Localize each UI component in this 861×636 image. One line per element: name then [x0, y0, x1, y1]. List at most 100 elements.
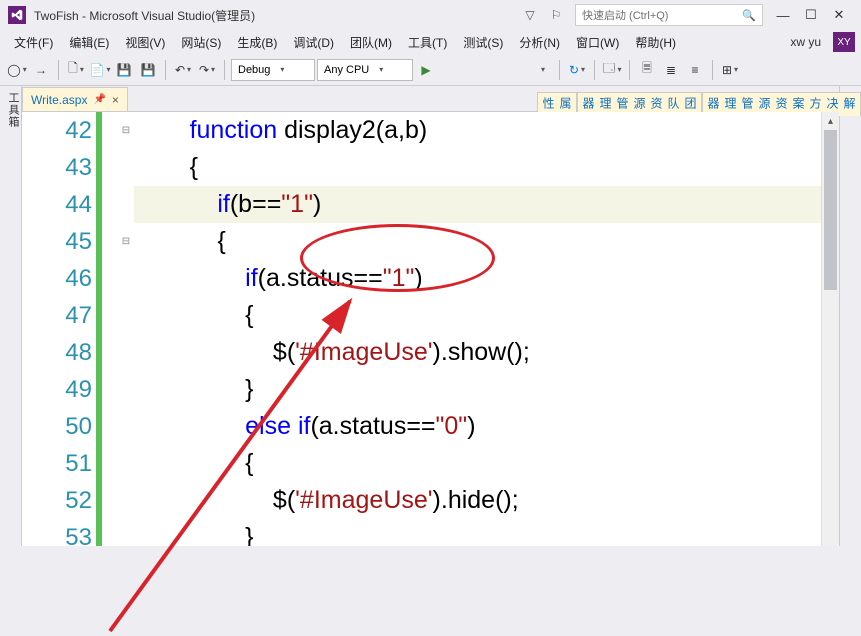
file-tab-label: Write.aspx: [31, 93, 87, 107]
save-all-button[interactable]: 💾: [137, 59, 159, 81]
code-line[interactable]: }: [134, 371, 821, 408]
comment-button[interactable]: ⊞: [719, 59, 741, 81]
platform-combo[interactable]: Any CPU: [317, 59, 413, 81]
code-line[interactable]: if(a.status=="1"): [134, 260, 821, 297]
fold-toggle: [118, 260, 134, 297]
minimize-button[interactable]: —: [769, 4, 797, 26]
nav-back-button[interactable]: ◯: [6, 59, 28, 81]
code-line[interactable]: {: [134, 223, 821, 260]
separator: [594, 60, 595, 80]
separator: [629, 60, 630, 80]
right-tool-tabs: 解决方案资源管理器 团队资源管理器 属性: [839, 86, 861, 546]
vertical-scrollbar[interactable]: ▴: [821, 112, 839, 546]
fold-toggle: [118, 371, 134, 408]
save-button[interactable]: 💾: [113, 59, 135, 81]
menu-file[interactable]: 文件(F): [6, 31, 61, 54]
user-name[interactable]: xw yu: [782, 32, 829, 52]
code-line[interactable]: {: [134, 149, 821, 186]
menu-help[interactable]: 帮助(H): [627, 31, 684, 54]
fold-toggle: [118, 445, 134, 482]
quick-launch-input[interactable]: 快速启动 (Ctrl+Q) 🔍: [575, 4, 763, 26]
change-indicator: [96, 112, 102, 546]
config-combo[interactable]: Debug: [231, 59, 315, 81]
code-line[interactable]: if(b=="1"): [134, 186, 821, 223]
menu-team[interactable]: 团队(M): [342, 31, 400, 54]
line-number: 42: [22, 112, 92, 149]
line-number: 52: [22, 482, 92, 519]
fold-toggle: [118, 519, 134, 546]
menu-test[interactable]: 测试(S): [455, 31, 511, 54]
menu-build[interactable]: 生成(B): [229, 31, 285, 54]
code-editor[interactable]: function display2(a,b) { if(b=="1") { if…: [134, 112, 821, 546]
toolbar: ◯ → 🗋 📄 💾 💾 ↶ ↷ Debug Any CPU ▶ ↻ 🗔 🗏 ≣ …: [0, 54, 861, 86]
line-number: 49: [22, 371, 92, 408]
line-number: 50: [22, 408, 92, 445]
nav-forward-button[interactable]: →: [30, 59, 52, 81]
notification-icon[interactable]: ▽: [521, 6, 539, 24]
separator: [165, 60, 166, 80]
close-tab-icon[interactable]: ×: [112, 93, 119, 107]
user-badge[interactable]: XY: [833, 32, 855, 52]
code-line[interactable]: $('#ImageUse').hide();: [134, 482, 821, 519]
fold-toggle: [118, 408, 134, 445]
maximize-button[interactable]: ☐: [797, 4, 825, 26]
line-number: 47: [22, 297, 92, 334]
outdent-button[interactable]: ≡: [684, 59, 706, 81]
indent-button[interactable]: ≣: [660, 59, 682, 81]
undo-button[interactable]: ↶: [172, 59, 194, 81]
start-label: [439, 60, 529, 80]
code-line[interactable]: else if(a.status=="0"): [134, 408, 821, 445]
fold-toggle: [118, 297, 134, 334]
separator: [559, 60, 560, 80]
menu-debug[interactable]: 调试(D): [285, 31, 342, 54]
menu-view[interactable]: 视图(V): [117, 31, 173, 54]
line-number: 51: [22, 445, 92, 482]
window-title: TwoFish - Microsoft Visual Studio(管理员): [34, 7, 517, 24]
close-button[interactable]: ✕: [825, 4, 853, 26]
add-item-button[interactable]: 📄: [89, 59, 111, 81]
menu-window[interactable]: 窗口(W): [568, 31, 627, 54]
fold-toggle[interactable]: ⊟: [118, 223, 134, 260]
code-line[interactable]: {: [134, 445, 821, 482]
fold-toggle: [118, 334, 134, 371]
properties-button[interactable]: 🗏: [636, 59, 658, 81]
toolbox-tab[interactable]: 工具箱: [0, 86, 22, 546]
menu-bar: 文件(F) 编辑(E) 视图(V) 网站(S) 生成(B) 调试(D) 团队(M…: [0, 30, 861, 54]
line-number-gutter: 424344454647484950515253: [22, 112, 118, 546]
code-line[interactable]: {: [134, 297, 821, 334]
menu-tools[interactable]: 工具(T): [400, 31, 455, 54]
line-number: 44: [22, 186, 92, 223]
scroll-up-icon[interactable]: ▴: [822, 112, 839, 130]
vs-logo-icon: [8, 6, 26, 24]
start-button[interactable]: ▶: [415, 59, 437, 81]
fold-toggle: [118, 149, 134, 186]
file-tab[interactable]: Write.aspx 📌 ×: [22, 87, 128, 111]
browser-link-button[interactable]: ↻: [566, 59, 588, 81]
code-line[interactable]: }: [134, 519, 821, 546]
quick-launch-placeholder: 快速启动 (Ctrl+Q): [582, 7, 668, 23]
code-line[interactable]: $('#ImageUse').show();: [134, 334, 821, 371]
line-number: 46: [22, 260, 92, 297]
scroll-thumb[interactable]: [824, 130, 837, 290]
toolbox-button[interactable]: 🗔: [601, 59, 623, 81]
line-number: 45: [22, 223, 92, 260]
title-bar: TwoFish - Microsoft Visual Studio(管理员) ▽…: [0, 0, 861, 30]
line-number: 53: [22, 519, 92, 546]
fold-toggle[interactable]: ⊟: [118, 112, 134, 149]
menu-analyze[interactable]: 分析(N): [511, 31, 568, 54]
start-options[interactable]: [531, 59, 553, 81]
new-project-button[interactable]: 🗋: [65, 59, 87, 81]
search-icon: 🔍: [742, 9, 756, 22]
fold-toggle: [118, 186, 134, 223]
line-number: 48: [22, 334, 92, 371]
fold-toggle: [118, 482, 134, 519]
pin-icon[interactable]: 📌: [93, 94, 105, 105]
fold-column: ⊟⊟: [118, 112, 134, 546]
menu-site[interactable]: 网站(S): [173, 31, 229, 54]
feedback-icon[interactable]: ⚐: [547, 6, 565, 24]
code-line[interactable]: function display2(a,b): [134, 112, 821, 149]
redo-button[interactable]: ↷: [196, 59, 218, 81]
line-number: 43: [22, 149, 92, 186]
separator: [224, 60, 225, 80]
menu-edit[interactable]: 编辑(E): [61, 31, 117, 54]
